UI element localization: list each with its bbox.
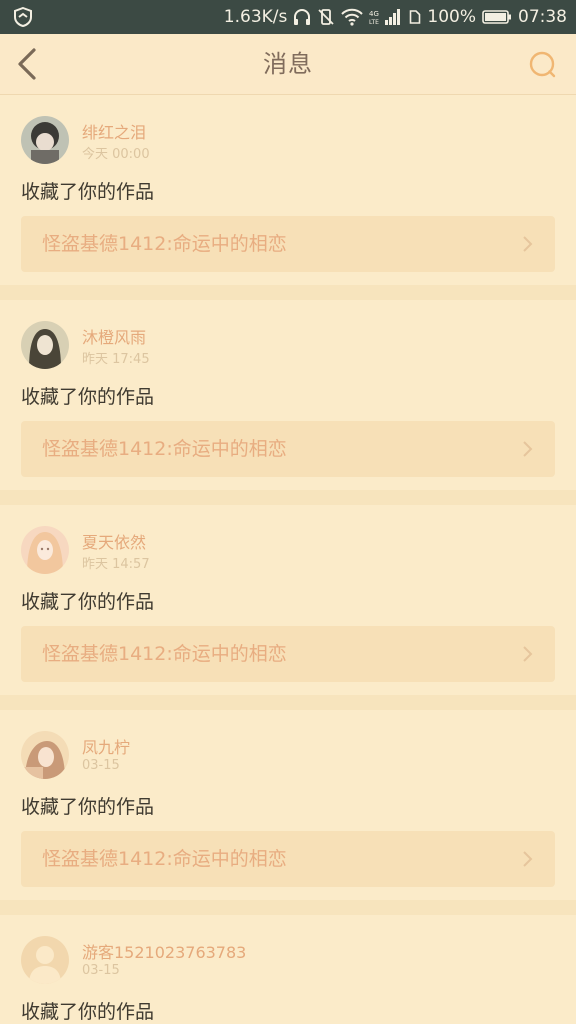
divider (0, 490, 576, 505)
message-action: 收藏了你的作品 (21, 181, 155, 203)
vibrate-off-icon (318, 9, 335, 25)
chevron-right-icon (523, 646, 533, 662)
username[interactable]: 游客1521023763783 (82, 939, 246, 963)
page-title: 消息 (263, 50, 313, 78)
status-bar: 1.63K/s 4G LTE 100% 07:38 (0, 0, 576, 34)
divider (0, 695, 576, 710)
network-speed: 1.63K/s (223, 7, 288, 27)
message-action: 收藏了你的作品 (21, 796, 155, 818)
work-title: 怪盗基德1412:命运中的相恋 (42, 643, 287, 665)
message-item: 夏天依然 昨天 14:57 收藏了你的作品 怪盗基德1412:命运中的相恋 (0, 505, 576, 695)
message-time: 今天 00:00 (82, 147, 150, 162)
message-item: 游客1521023763783 03-15 收藏了你的作品 (0, 915, 576, 1024)
message-action: 收藏了你的作品 (21, 591, 155, 613)
wifi-icon (341, 8, 364, 26)
username[interactable]: 绯红之泪 (82, 119, 146, 143)
avatar[interactable] (21, 526, 69, 574)
message-action: 收藏了你的作品 (21, 1001, 155, 1023)
message-time: 03-15 (82, 963, 120, 978)
message-item: 沐橙风雨 昨天 17:45 收藏了你的作品 怪盗基德1412:命运中的相恋 (0, 300, 576, 490)
default-avatar-icon[interactable] (21, 936, 69, 984)
username[interactable]: 沐橙风雨 (82, 324, 146, 348)
svg-text:LTE: LTE (369, 19, 379, 26)
4g-lte-signal-icon: 4G LTE (369, 9, 401, 26)
message-time: 昨天 17:45 (82, 352, 150, 367)
sim-icon (410, 10, 421, 24)
message-item: 凤九柠 03-15 收藏了你的作品 怪盗基德1412:命运中的相恋 (0, 710, 576, 900)
headphones-icon (294, 9, 311, 25)
divider (0, 285, 576, 300)
work-title: 怪盗基德1412:命运中的相恋 (42, 233, 287, 255)
username[interactable]: 夏天依然 (82, 529, 146, 553)
clock: 07:38 (518, 7, 567, 27)
message-action: 收藏了你的作品 (21, 386, 155, 408)
message-item: 绯红之泪 今天 00:00 收藏了你的作品 怪盗基德1412:命运中的相恋 (0, 95, 576, 285)
work-link[interactable]: 怪盗基德1412:命运中的相恋 (21, 831, 555, 887)
work-link[interactable]: 怪盗基德1412:命运中的相恋 (21, 421, 555, 477)
search-icon[interactable] (528, 50, 558, 80)
svg-text:4G: 4G (369, 10, 379, 18)
work-title: 怪盗基德1412:命运中的相恋 (42, 848, 287, 870)
work-title: 怪盗基德1412:命运中的相恋 (42, 438, 287, 460)
avatar[interactable] (21, 321, 69, 369)
shield-icon (14, 7, 32, 27)
avatar[interactable] (21, 731, 69, 779)
work-link[interactable]: 怪盗基德1412:命运中的相恋 (21, 626, 555, 682)
divider (0, 900, 576, 915)
message-time: 昨天 14:57 (82, 557, 150, 572)
chevron-right-icon (523, 851, 533, 867)
avatar[interactable] (21, 116, 69, 164)
battery-percent: 100% (427, 7, 476, 27)
chevron-right-icon (523, 236, 533, 252)
message-time: 03-15 (82, 758, 120, 773)
username[interactable]: 凤九柠 (82, 734, 130, 758)
work-link[interactable]: 怪盗基德1412:命运中的相恋 (21, 216, 555, 272)
chevron-right-icon (523, 441, 533, 457)
battery-icon (482, 10, 511, 24)
header-bar: 消息 (0, 34, 576, 95)
